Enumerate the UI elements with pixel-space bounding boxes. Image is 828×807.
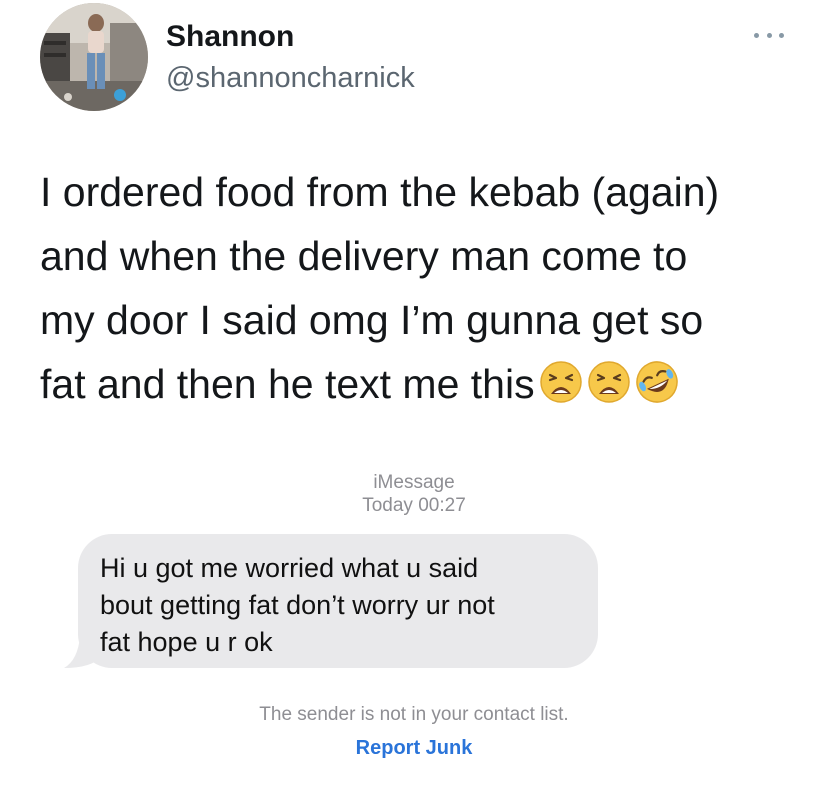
avatar[interactable] (40, 3, 148, 111)
message-text: Hi u got me worried what u said bout get… (100, 550, 576, 661)
message-bubble[interactable]: Hi u got me worried what u said bout get… (78, 534, 598, 668)
message-line: bout getting fat don’t worry ur not (100, 590, 495, 620)
profile-photo (40, 3, 148, 111)
report-junk-link[interactable]: Report Junk (356, 737, 473, 759)
user-handle[interactable]: @shannoncharnick (166, 62, 415, 95)
imessage-timestamp: Today 00:27 (362, 495, 466, 516)
display-name[interactable]: Shannon (166, 20, 294, 54)
unknown-sender-note: The sender is not in your contact list. (259, 704, 569, 725)
tweet-line-last: fat and then he text me this (40, 352, 800, 416)
tweet-line-text: fat and then he text me this (40, 361, 535, 407)
tweet-text: I ordered food from the kebab (again) an… (40, 160, 800, 416)
more-options-button[interactable] (754, 28, 784, 42)
message-line: fat hope u r ok (100, 627, 273, 657)
tweet-line: I ordered food from the kebab (again) (40, 169, 720, 215)
weary-face-emoji (539, 361, 582, 403)
message-line: Hi u got me worried what u said (100, 553, 479, 583)
more-dots-icon (779, 32, 784, 38)
more-dots-icon (754, 32, 759, 38)
rolling-on-floor-laughing-emoji (635, 361, 678, 403)
imessage-service-label: iMessage (373, 472, 455, 493)
tweet-line: and when the delivery man come to (40, 233, 688, 279)
more-dots-icon (766, 32, 772, 38)
report-junk-container: Report Junk (0, 737, 828, 760)
tweet-line: my door I said omg I’m gunna get so (40, 297, 704, 343)
weary-face-emoji (587, 361, 630, 403)
